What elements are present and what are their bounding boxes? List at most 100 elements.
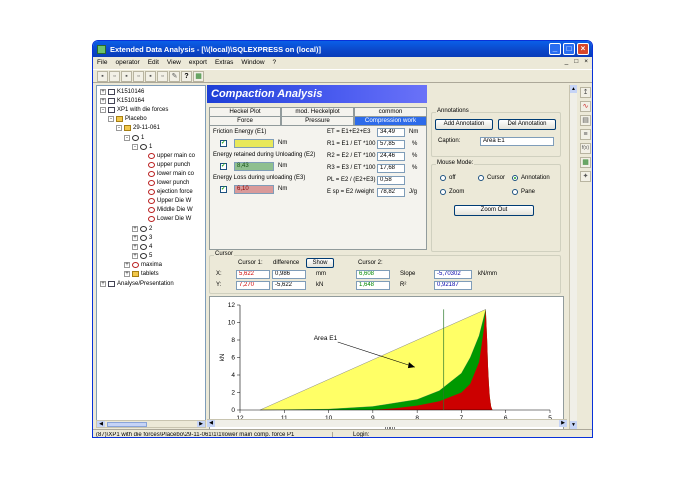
x-label: X:	[216, 271, 222, 277]
scroll-left-arrow-icon[interactable]: ◀	[97, 421, 105, 427]
tree-node[interactable]: Lower Die W	[140, 215, 191, 223]
tool-grid-icon[interactable]: ▦	[580, 157, 591, 168]
del-annotation-button[interactable]: Del Annotation	[498, 119, 556, 130]
tree-node[interactable]: - Placebo	[108, 115, 147, 123]
tree-node[interactable]: + K1510164	[100, 97, 144, 105]
expand-icon[interactable]: +	[124, 261, 130, 268]
menu-edit[interactable]: Edit	[148, 59, 159, 66]
tab-pressure[interactable]: Pressure	[281, 116, 354, 125]
tab-common[interactable]: common	[354, 107, 427, 116]
tree-node[interactable]: + Analyse/Presentation	[100, 280, 174, 288]
mouse-mode-cursor-radio[interactable]	[478, 175, 484, 181]
mouse-mode-off-radio[interactable]	[440, 175, 446, 181]
tab-compression-work[interactable]: Compression work	[354, 116, 427, 125]
pen-icon[interactable]: ✎	[169, 70, 180, 82]
menu-help[interactable]: ?	[273, 59, 277, 66]
main-horizontal-scrollbar[interactable]: ◀ ▶	[207, 419, 567, 427]
expand-icon[interactable]: +	[100, 89, 106, 95]
tree-node[interactable]: - 29-11-061	[116, 124, 160, 132]
menu-view[interactable]: View	[167, 59, 181, 66]
expand-icon[interactable]: +	[132, 234, 138, 241]
mdi-restore-button[interactable]: □	[574, 58, 578, 65]
main-scroll-right-icon[interactable]: ▶	[559, 420, 567, 427]
windows-icon[interactable]: ▦	[193, 70, 204, 82]
maximize-button[interactable]: □	[563, 43, 575, 55]
tree-node[interactable]: -1	[124, 134, 144, 142]
tree-node[interactable]: + maxima	[124, 261, 162, 269]
tree-horizontal-scrollbar[interactable]: ◀ ▶	[96, 420, 206, 428]
tab-force[interactable]: Force	[209, 116, 281, 125]
paste-icon[interactable]: ▪	[145, 70, 156, 82]
expand-icon[interactable]: +	[132, 252, 138, 259]
add-annotation-button[interactable]: Add Annotation	[435, 119, 493, 130]
mouse-mode-pane-radio[interactable]	[512, 189, 518, 195]
print-icon[interactable]: ▪	[121, 70, 132, 82]
menu-export[interactable]: export	[189, 59, 207, 66]
tree-node[interactable]: lower main co	[140, 170, 194, 178]
friction-energy-checkbox[interactable]: ✓	[220, 140, 227, 147]
tree-node[interactable]: lower punch	[140, 179, 189, 187]
tree-node[interactable]: upper main co	[140, 152, 195, 160]
loss-energy-checkbox[interactable]: ✓	[220, 186, 227, 193]
scroll-right-arrow-icon[interactable]: ▶	[197, 421, 205, 427]
scroll-thumb[interactable]	[107, 422, 147, 427]
compression-chart[interactable]: 12111098765024681012mmkNArea E1	[209, 296, 564, 431]
zoom-out-button[interactable]: Zoom Out	[454, 205, 534, 216]
expand-icon[interactable]: +	[124, 271, 130, 277]
grid-icon[interactable]: ▫	[157, 70, 168, 82]
menu-file[interactable]: File	[97, 59, 107, 66]
chart-svg[interactable]: 12111098765024681012mmkNArea E1	[210, 297, 563, 431]
mouse-mode-zoom-radio[interactable]	[440, 189, 446, 195]
tab-mod-heckelplot[interactable]: mod. Heckelplot	[281, 107, 354, 116]
mouse-mode-annotation-radio[interactable]	[512, 175, 518, 181]
close-button[interactable]: ×	[577, 43, 589, 55]
copy-icon[interactable]: ▫	[133, 70, 144, 82]
minimize-button[interactable]: _	[549, 43, 561, 55]
tree-node[interactable]: +5	[132, 252, 152, 260]
save-icon[interactable]: ▪	[97, 70, 108, 82]
tool-pin-icon[interactable]: ↥	[580, 87, 591, 98]
collapse-icon[interactable]: -	[100, 107, 106, 114]
caption-input[interactable]: Area E1	[480, 137, 554, 146]
tree-node[interactable]: +3	[132, 234, 152, 242]
collapse-icon[interactable]: -	[116, 125, 122, 132]
open-icon[interactable]: ▫	[109, 70, 120, 82]
scroll-down-icon[interactable]: ▼	[570, 421, 577, 429]
tool-curve-icon[interactable]: ∿	[580, 101, 591, 112]
tool-function-icon[interactable]: f(x)	[580, 143, 591, 154]
tree-node[interactable]: Middle Die W	[140, 206, 193, 214]
collapse-icon[interactable]: -	[124, 134, 130, 141]
scroll-up-icon[interactable]: ▲	[570, 85, 577, 93]
tree-node[interactable]: + K1510146	[100, 88, 144, 96]
tree-node[interactable]: ejection force	[140, 188, 193, 196]
tool-list-icon[interactable]: ≡	[580, 129, 591, 140]
show-cursor-button[interactable]: Show	[306, 258, 334, 268]
tree-node[interactable]: + tablets	[124, 270, 159, 278]
mdi-close-button[interactable]: ×	[584, 58, 588, 65]
tree-node[interactable]: +2	[132, 225, 152, 233]
collapse-icon[interactable]: -	[132, 143, 138, 150]
tool-table-icon[interactable]: ▤	[580, 115, 591, 126]
tree-node[interactable]: -1	[132, 143, 152, 151]
expand-icon[interactable]: +	[100, 98, 106, 105]
tree-node[interactable]: - XP1 with die forces	[100, 106, 168, 114]
menu-window[interactable]: Window	[241, 59, 264, 66]
help-icon[interactable]: ?	[181, 70, 192, 82]
menu-operator[interactable]: operator	[115, 59, 139, 66]
expand-icon[interactable]: +	[132, 243, 138, 250]
tree-node[interactable]: upper punch	[140, 161, 190, 169]
tool-wrench-icon[interactable]: ✦	[580, 171, 591, 182]
main-vertical-scrollbar[interactable]: ▲ ▼	[569, 85, 577, 429]
main-scroll-left-icon[interactable]: ◀	[207, 420, 215, 427]
tree-node[interactable]: +4	[132, 243, 152, 251]
mdi-minimize-button[interactable]: _	[565, 58, 569, 65]
y-tick-label: 4	[231, 372, 235, 379]
retained-energy-checkbox[interactable]: ✓	[220, 163, 227, 170]
tree-node-label: K1510164	[117, 98, 145, 105]
tree-node[interactable]: Upper Die W	[140, 197, 191, 205]
expand-icon[interactable]: +	[132, 225, 138, 232]
menu-extras[interactable]: Extras	[215, 59, 233, 66]
tab-heckel-plot[interactable]: Heckel Plot	[209, 107, 281, 116]
collapse-icon[interactable]: -	[108, 116, 114, 123]
expand-icon[interactable]: +	[100, 281, 106, 288]
